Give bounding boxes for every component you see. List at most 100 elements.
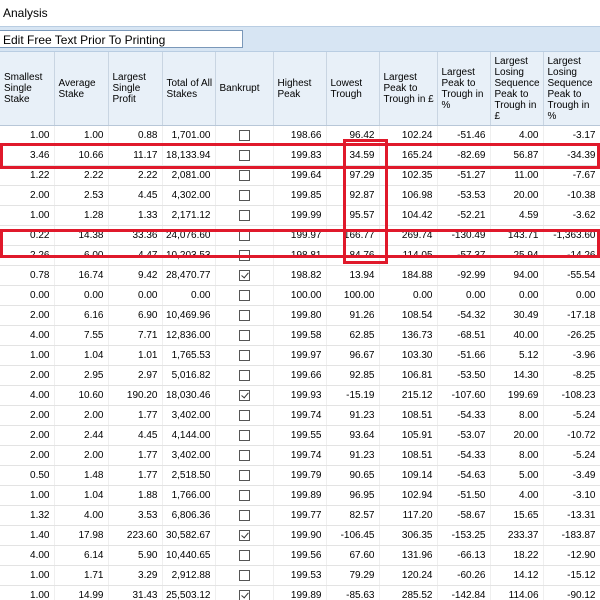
table-row[interactable]: 1.00 1.28 1.33 2,171.12 199.99 95.57 104.42 -52… — [0, 205, 600, 226]
table-cell: 199.85 — [273, 185, 327, 206]
table-row[interactable]: 4.00 10.60 190.20 18,030.46 199.93 -15.19 215.… — [0, 385, 600, 406]
table-cell: 2,081.00 — [162, 165, 216, 186]
table-cell: 199.74 — [273, 405, 327, 426]
table-row[interactable]: 1.22 2.22 2.22 2,081.00 199.64 97.29 102.35 -51… — [0, 165, 600, 186]
table-cell: 97.29 — [326, 165, 380, 186]
unchecked-checkbox-icon[interactable] — [238, 569, 250, 581]
table-cell: 108.51 — [379, 405, 438, 426]
table-row[interactable]: 1.00 1.04 1.01 1,765.53 199.97 96.67 103.30 -51… — [0, 345, 600, 366]
table-cell: 2.00 — [0, 185, 55, 206]
checked-checkbox-icon[interactable] — [238, 529, 250, 541]
table-row[interactable]: 0.22 14.38 33.36 24,076.60 199.97 166.77 269.7… — [0, 225, 600, 246]
table-cell: 4.00 — [0, 545, 55, 566]
unchecked-checkbox-icon[interactable] — [238, 429, 250, 441]
unchecked-checkbox-icon[interactable] — [238, 149, 250, 161]
checked-checkbox-icon[interactable] — [238, 589, 250, 600]
table-cell: -3.49 — [543, 465, 600, 486]
unchecked-checkbox-icon[interactable] — [238, 129, 250, 141]
table-cell: 4.47 — [108, 245, 163, 266]
table-row[interactable]: 1.00 1.00 0.88 1,701.00 198.66 96.42 102.24 -51… — [0, 125, 600, 146]
table-cell: 9.42 — [108, 265, 163, 286]
table-cell: 17.98 — [54, 525, 109, 546]
table-row[interactable]: 2.00 2.44 4.45 4,144.00 199.55 93.64 105.91 -53… — [0, 425, 600, 446]
unchecked-checkbox-icon[interactable] — [238, 349, 250, 361]
unchecked-checkbox-icon[interactable] — [238, 229, 250, 241]
bankrupt-checkbox-cell — [215, 285, 274, 306]
unchecked-checkbox-icon[interactable] — [238, 509, 250, 521]
table-cell: 2.00 — [54, 405, 109, 426]
checked-checkbox-icon[interactable] — [238, 389, 250, 401]
column-header[interactable]: Lowest Trough — [326, 52, 380, 126]
analysis-grid[interactable]: Smallest Single Stake Average Stake Larges… — [0, 52, 600, 600]
table-cell: 199.77 — [273, 505, 327, 526]
column-header[interactable]: Largest Losing Sequence Peak to Trough i… — [543, 52, 600, 126]
unchecked-checkbox-icon[interactable] — [238, 469, 250, 481]
table-row[interactable]: 0.50 1.48 1.77 2,518.50 199.79 90.65 109.14 -54… — [0, 465, 600, 486]
table-cell: 2,912.88 — [162, 565, 216, 586]
unchecked-checkbox-icon[interactable] — [238, 289, 250, 301]
table-cell: 4.45 — [108, 425, 163, 446]
unchecked-checkbox-icon[interactable] — [238, 369, 250, 381]
table-row[interactable]: 2.00 6.16 6.90 10,469.96 199.80 91.26 108.54 -5… — [0, 305, 600, 326]
edit-free-text-button[interactable]: Edit Free Text Prior To Printing — [0, 30, 243, 48]
bankrupt-checkbox-cell — [215, 525, 274, 546]
table-cell: 96.42 — [326, 125, 380, 146]
column-header[interactable]: Largest Losing Sequence Peak to Trough i… — [490, 52, 544, 126]
table-row[interactable]: 1.00 1.71 3.29 2,912.88 199.53 79.29 120.24 -60… — [0, 565, 600, 586]
table-row[interactable]: 1.32 4.00 3.53 6,806.36 199.77 82.57 117.20 -58… — [0, 505, 600, 526]
unchecked-checkbox-icon[interactable] — [238, 209, 250, 221]
column-header[interactable]: Average Stake — [54, 52, 109, 126]
table-row[interactable]: 2.00 2.00 1.77 3,402.00 199.74 91.23 108.51 -54… — [0, 445, 600, 466]
table-cell: 0.00 — [108, 285, 163, 306]
bankrupt-checkbox-cell — [215, 445, 274, 466]
table-row[interactable]: 2.00 2.00 1.77 3,402.00 199.74 91.23 108.51 -54… — [0, 405, 600, 426]
table-cell: 16.74 — [54, 265, 109, 286]
table-cell: 3.29 — [108, 565, 163, 586]
table-row[interactable]: 0.00 0.00 0.00 0.00 100.00 100.00 0.00 0.00 0.00… — [0, 285, 600, 306]
column-header[interactable]: Bankrupt — [215, 52, 274, 126]
table-cell: -53.53 — [437, 185, 491, 206]
table-row[interactable]: 0.78 16.74 9.42 28,470.77 198.82 13.94 184.88-… — [0, 265, 600, 286]
table-body: 1.00 1.00 0.88 1,701.00 198.66 96.42 102.24 -51… — [0, 125, 600, 600]
unchecked-checkbox-icon[interactable] — [238, 309, 250, 321]
unchecked-checkbox-icon[interactable] — [238, 329, 250, 341]
table-cell: -55.54 — [543, 265, 600, 286]
column-header[interactable]: Smallest Single Stake — [0, 52, 55, 126]
bankrupt-checkbox-cell — [215, 325, 274, 346]
table-row[interactable]: 1.00 14.99 31.43 25,503.12 199.89 -85.63 285.5… — [0, 585, 600, 600]
unchecked-checkbox-icon[interactable] — [238, 549, 250, 561]
table-cell: 223.60 — [108, 525, 163, 546]
table-cell: 1.04 — [54, 345, 109, 366]
table-row[interactable]: 4.00 7.55 7.71 12,836.00 199.58 62.85 136.73 -6… — [0, 325, 600, 346]
table-cell: 18.22 — [490, 545, 544, 566]
unchecked-checkbox-icon[interactable] — [238, 489, 250, 501]
table-cell: 15.65 — [490, 505, 544, 526]
table-row[interactable]: 1.40 17.98 223.60 30,582.67 199.90 -106.45 306… — [0, 525, 600, 546]
column-header[interactable]: Largest Peak to Trough in £ — [379, 52, 438, 126]
table-cell: -10.38 — [543, 185, 600, 206]
unchecked-checkbox-icon[interactable] — [238, 189, 250, 201]
column-header[interactable]: Highest Peak — [273, 52, 327, 126]
table-cell: -53.07 — [437, 425, 491, 446]
table-cell: -26.25 — [543, 325, 600, 346]
table-row[interactable]: 3.46 10.66 11.17 18,133.94 199.83 34.59 165.24… — [0, 145, 600, 166]
table-row[interactable]: 4.00 6.14 5.90 10,440.65 199.56 67.60 131.96 -6… — [0, 545, 600, 566]
table-cell: 18,030.46 — [162, 385, 216, 406]
column-header[interactable]: Total of All Stakes — [162, 52, 216, 126]
checked-checkbox-icon[interactable] — [238, 269, 250, 281]
table-cell: 199.55 — [273, 425, 327, 446]
unchecked-checkbox-icon[interactable] — [238, 249, 250, 261]
table-cell: 199.97 — [273, 225, 327, 246]
table-cell: -12.90 — [543, 545, 600, 566]
table-row[interactable]: 1.00 1.04 1.88 1,766.00 199.89 96.95 102.94 -51… — [0, 485, 600, 506]
table-cell: 114.06 — [490, 585, 544, 600]
unchecked-checkbox-icon[interactable] — [238, 169, 250, 181]
column-header[interactable]: Largest Single Profit — [108, 52, 163, 126]
table-cell: -15.12 — [543, 565, 600, 586]
column-header[interactable]: Largest Peak to Trough in % — [437, 52, 491, 126]
table-row[interactable]: 2.00 2.95 2.97 5,016.82 199.66 92.85 106.81 -53… — [0, 365, 600, 386]
unchecked-checkbox-icon[interactable] — [238, 449, 250, 461]
table-row[interactable]: 2.26 6.00 4.47 10,203.53 198.81 84.76 114.05 -5… — [0, 245, 600, 266]
unchecked-checkbox-icon[interactable] — [238, 409, 250, 421]
table-row[interactable]: 2.00 2.53 4.45 4,302.00 199.85 92.87 106.98 -53… — [0, 185, 600, 206]
